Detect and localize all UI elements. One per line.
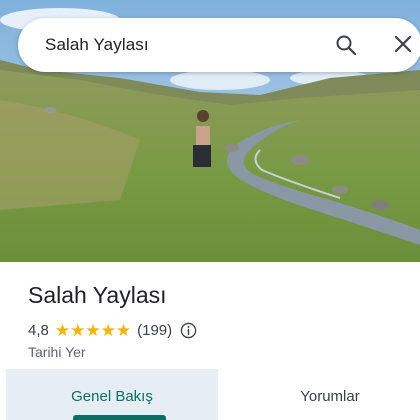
star-icon: ★ — [85, 320, 101, 340]
star-icon: ★ — [100, 320, 116, 340]
star-icon: ★ — [54, 320, 71, 340]
search-icon[interactable] — [335, 34, 357, 56]
star-icon: ★ — [115, 320, 132, 340]
tab-reviews-label: Yorumlar — [300, 388, 360, 405]
review-count[interactable]: (199) — [137, 322, 172, 339]
tab-bar: Genel Bakış Yorumlar — [0, 369, 420, 420]
rating-row[interactable]: 4,8 ★ ★ ★ ★ ★ (199) — [28, 320, 197, 340]
tab-overview[interactable]: Genel Bakış — [6, 369, 218, 420]
search-input[interactable]: Salah Yaylası — [45, 35, 149, 55]
star-rating: ★ ★ ★ ★ ★ — [55, 322, 131, 339]
selected-tab-indicator — [73, 415, 166, 420]
close-icon[interactable] — [393, 34, 413, 54]
rating-value: 4,8 — [28, 321, 49, 339]
place-title: Salah Yaylası — [28, 282, 167, 308]
place-category: Tarihi Yer — [28, 344, 86, 360]
info-icon[interactable] — [180, 322, 197, 339]
star-icon: ★ — [70, 320, 86, 340]
tab-reviews[interactable]: Yorumlar — [218, 369, 420, 420]
search-bar[interactable]: Salah Yaylası — [18, 18, 420, 72]
tab-overview-label: Genel Bakış — [71, 388, 153, 405]
